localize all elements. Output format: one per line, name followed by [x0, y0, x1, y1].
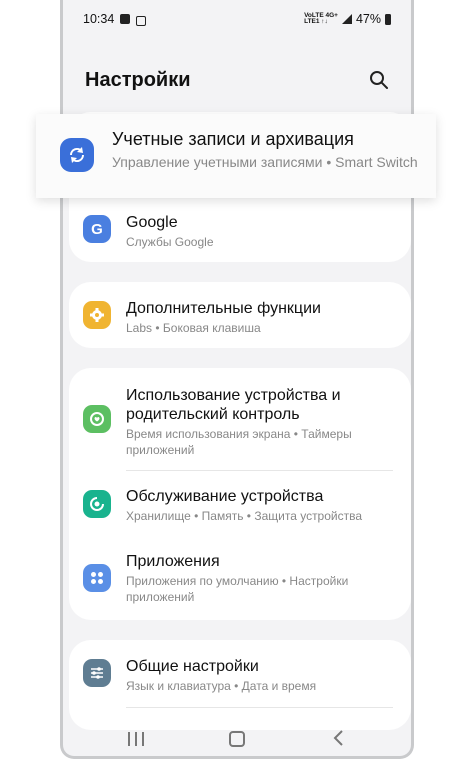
- lock-icon: [136, 16, 147, 26]
- status-bar: 10:34 VoLTE 4G+ LTE1 ↑↓ 47%: [63, 8, 411, 32]
- settings-item-digital-wellbeing[interactable]: Использование устройства и родительский …: [69, 368, 411, 470]
- item-title: Дополнительные функции: [126, 300, 321, 317]
- settings-item-general[interactable]: Общие настройки Язык и клавиатура • Дата…: [69, 640, 411, 706]
- google-icon: G: [83, 215, 111, 243]
- item-subtitle: Время использования экрана • Таймеры при…: [126, 427, 352, 457]
- settings-item-accounts-backup[interactable]: Учетные записи и архивация Управление уч…: [36, 114, 436, 198]
- battery-icon: [385, 13, 391, 25]
- item-subtitle: Приложения по умолчанию • Настройки прил…: [126, 574, 349, 604]
- device-card: Использование устройства и родительский …: [69, 368, 411, 620]
- settings-item-google[interactable]: G Google Службы Google: [69, 204, 411, 262]
- status-time: 10:34: [83, 12, 115, 26]
- settings-item-apps[interactable]: Приложения Приложения по умолчанию • Нас…: [69, 540, 411, 620]
- page-title: Настройки: [85, 69, 191, 91]
- divider: [126, 707, 393, 708]
- item-subtitle: Язык и клавиатура • Дата и время: [126, 679, 317, 693]
- network-indicator: VoLTE 4G+ LTE1 ↑↓: [304, 11, 338, 25]
- sync-icon: [60, 138, 94, 172]
- item-title: Учетные записи и архивация: [112, 129, 354, 149]
- device-care-icon: [83, 490, 111, 518]
- recents-icon[interactable]: [128, 732, 144, 746]
- digital-wellbeing-icon: [83, 405, 111, 433]
- item-subtitle: Управление учетными записями • Smart Swi…: [112, 154, 418, 170]
- navigation-bar: [63, 720, 411, 756]
- item-subtitle: Службы Google: [126, 235, 214, 249]
- item-title: Общие настройки: [126, 658, 259, 675]
- home-icon[interactable]: [229, 731, 245, 747]
- sliders-icon: [83, 659, 111, 687]
- settings-item-device-care[interactable]: Обслуживание устройства Хранилище • Памя…: [69, 471, 411, 537]
- battery-percent: 47%: [355, 12, 381, 26]
- search-icon[interactable]: [369, 70, 389, 90]
- signal-icon: [341, 14, 352, 24]
- apps-icon: [83, 564, 111, 592]
- item-title: Обслуживание устройства: [126, 488, 324, 505]
- general-card: Общие настройки Язык и клавиатура • Дата…: [69, 640, 411, 730]
- plus-gear-icon: [83, 301, 111, 329]
- settings-item-advanced-features[interactable]: Дополнительные функции Labs • Боковая кл…: [69, 282, 411, 348]
- item-subtitle: Labs • Боковая клавиша: [126, 321, 261, 335]
- notification-icon: [120, 14, 131, 24]
- item-title: Приложения: [126, 553, 220, 570]
- item-subtitle: Хранилище • Память • Защита устройства: [126, 509, 363, 523]
- advanced-card: Дополнительные функции Labs • Боковая кл…: [69, 282, 411, 348]
- item-title: Использование устройства и родительский …: [126, 387, 341, 423]
- item-title: Google: [126, 214, 178, 231]
- back-icon[interactable]: [331, 730, 347, 746]
